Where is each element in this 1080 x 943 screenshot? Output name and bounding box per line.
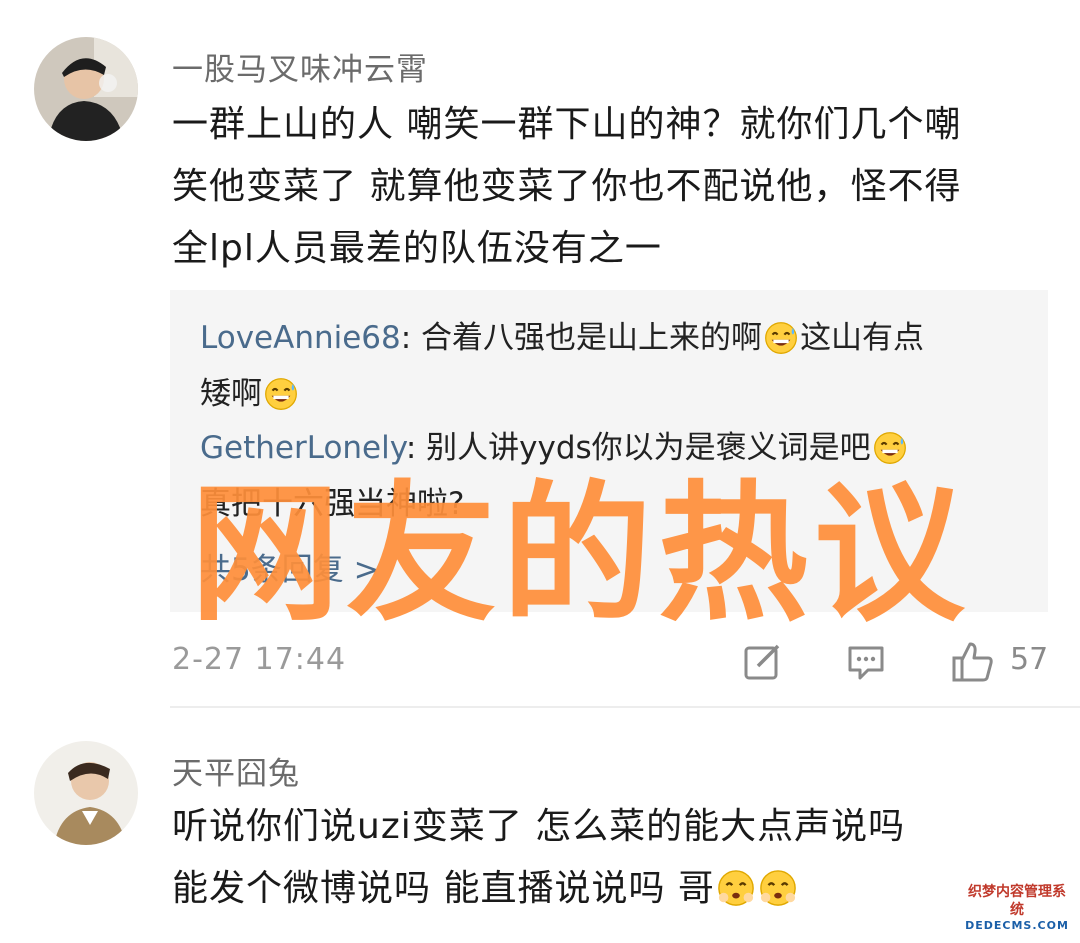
reply-text: : 合着八强也是山上来的啊: [400, 320, 763, 356]
comment-timestamp: 2-27 17:44: [172, 642, 347, 677]
content-line: 能发个微博说吗 能直播说说吗 哥: [172, 858, 905, 920]
thumbs-up-icon[interactable]: [950, 640, 994, 684]
comment-username[interactable]: 一股马叉味冲云霄: [172, 44, 428, 89]
watermark: 织梦内容管理系统 DEDECMS.COM: [962, 883, 1072, 933]
comment-content: 听说你们说uzi变菜了 怎么菜的能大点声说吗 能发个微博说吗 能直播说说吗 哥: [172, 796, 905, 920]
share-edit-icon[interactable]: [742, 642, 782, 682]
watermark-line: DEDECMS.COM: [965, 919, 1069, 932]
overlay-caption: 网友的热议: [190, 468, 971, 642]
content-line: 全lpl人员最差的队伍没有之一: [172, 228, 662, 269]
like-count: 57: [1010, 642, 1049, 677]
reply-item[interactable]: LoveAnnie68: 合着八强也是山上来的啊 这山有点 矮啊: [200, 310, 1020, 422]
blush-emoji-icon: [717, 869, 755, 907]
sweat-smile-emoji-icon: [764, 321, 798, 355]
comment-divider: [170, 706, 1080, 708]
comment-content: 一群上山的人 嘲笑一群下山的神？就你们几个嘲 笑他变菜了 就算他变菜了你也不配说…: [172, 94, 961, 280]
avatar[interactable]: [34, 741, 138, 845]
blush-emoji-icon: [759, 869, 797, 907]
content-line: 一群上山的人 嘲笑一群下山的神？就你们几个嘲: [172, 104, 962, 145]
comment-username[interactable]: 天平囧兔: [172, 748, 300, 793]
reply-username[interactable]: LoveAnnie68: [200, 320, 401, 356]
reply-text: 这山有点: [800, 320, 925, 356]
content-line: 听说你们说uzi变菜了 怎么菜的能大点声说吗: [172, 806, 906, 847]
reply-text: 矮啊: [200, 376, 262, 412]
watermark-line: 织梦内容管理系统: [968, 884, 1066, 918]
reply-text: : 别人讲yyds你以为是褒义词是吧: [405, 430, 871, 466]
sweat-smile-emoji-icon: [264, 377, 298, 411]
content-line: 笑他变菜了 就算他变菜了你也不配说他，怪不得: [172, 166, 962, 207]
content-line-text: 能发个微博说吗 能直播说说吗 哥: [172, 868, 715, 909]
sweat-smile-emoji-icon: [873, 431, 907, 465]
avatar[interactable]: [34, 37, 138, 141]
comment-icon[interactable]: [846, 642, 886, 682]
reply-username[interactable]: GetherLonely: [200, 430, 406, 466]
